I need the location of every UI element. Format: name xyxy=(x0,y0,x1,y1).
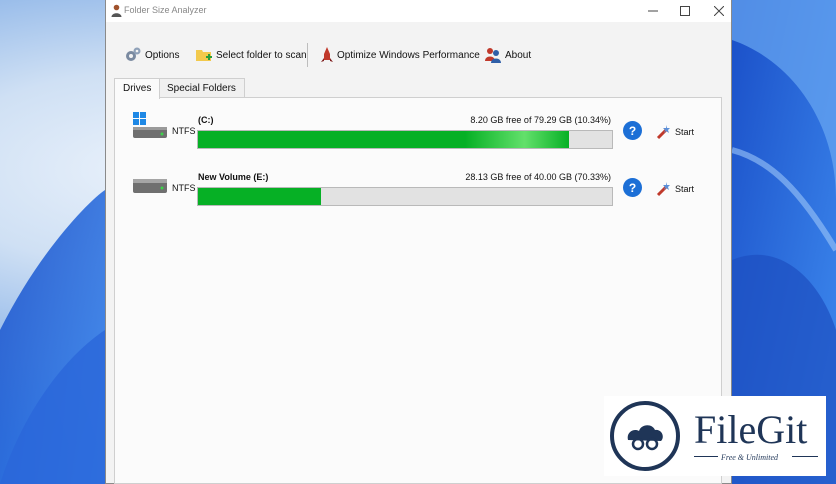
app-person-icon xyxy=(111,4,122,17)
toolbar: Options Select folder to scan Optimize W… xyxy=(106,38,731,72)
start-scan-button[interactable]: Start xyxy=(656,124,694,140)
toolbar-separator xyxy=(307,43,308,67)
maximize-button[interactable] xyxy=(668,0,702,22)
optimize-label: Optimize Windows Performance xyxy=(337,49,480,61)
start-label: Start xyxy=(675,127,695,137)
watermark-tagline: Free & Unlimited xyxy=(721,453,779,462)
drive-row: NTFS (C:) 8.20 GB free of 79.29 GB (10.3… xyxy=(115,112,721,152)
folder-add-icon xyxy=(196,50,212,61)
start-scan-button[interactable]: Start xyxy=(656,181,694,197)
title-bar[interactable]: Folder Size Analyzer xyxy=(106,0,731,22)
options-button[interactable]: Options xyxy=(124,45,179,65)
select-folder-label: Select folder to scan xyxy=(216,49,307,61)
drive-name: (C:) xyxy=(198,115,214,125)
minimize-button[interactable] xyxy=(636,0,670,22)
wand-icon xyxy=(656,182,670,197)
usage-progress-fill xyxy=(198,188,321,205)
select-folder-button[interactable]: Select folder to scan xyxy=(195,45,307,65)
tab-drives[interactable]: Drives xyxy=(114,78,161,99)
watermark-brand: FileGit xyxy=(694,407,808,452)
help-button[interactable]: ? xyxy=(623,178,642,197)
filegit-logo-icon xyxy=(610,401,680,471)
tagline-rule-left xyxy=(694,456,718,457)
users-icon xyxy=(485,48,501,63)
optimize-button[interactable]: Optimize Windows Performance xyxy=(320,45,480,65)
tab-special-folders[interactable]: Special Folders xyxy=(158,78,245,98)
start-label: Start xyxy=(675,184,695,194)
drive-row: NTFS New Volume (E:) 28.13 GB free of 40… xyxy=(115,169,721,209)
gears-icon xyxy=(126,47,141,61)
drive-name: New Volume (E:) xyxy=(198,172,269,182)
tagline-rule-right xyxy=(792,456,818,457)
about-button[interactable]: About xyxy=(484,45,531,65)
filesystem-label: NTFS xyxy=(172,126,196,136)
options-label: Options xyxy=(145,49,180,61)
usage-progress-bar xyxy=(197,130,613,149)
windows-drive-icon xyxy=(133,112,167,138)
free-space-text: 8.20 GB free of 79.29 GB (10.34%) xyxy=(470,115,611,125)
rocket-icon xyxy=(321,47,333,62)
usage-progress-fill xyxy=(198,131,570,148)
close-icon xyxy=(714,6,724,16)
window-title: Folder Size Analyzer xyxy=(124,5,207,15)
help-button[interactable]: ? xyxy=(623,121,642,140)
wand-icon xyxy=(656,125,670,140)
about-label: About xyxy=(505,49,532,61)
maximize-icon xyxy=(680,6,690,16)
minimize-icon xyxy=(648,10,658,12)
close-button[interactable] xyxy=(702,0,736,22)
usage-progress-bar xyxy=(197,187,613,206)
free-space-text: 28.13 GB free of 40.00 GB (70.33%) xyxy=(465,172,611,182)
hard-drive-icon xyxy=(133,179,167,193)
filegit-watermark: FileGit Free & Unlimited xyxy=(604,396,826,476)
filesystem-label: NTFS xyxy=(172,183,196,193)
